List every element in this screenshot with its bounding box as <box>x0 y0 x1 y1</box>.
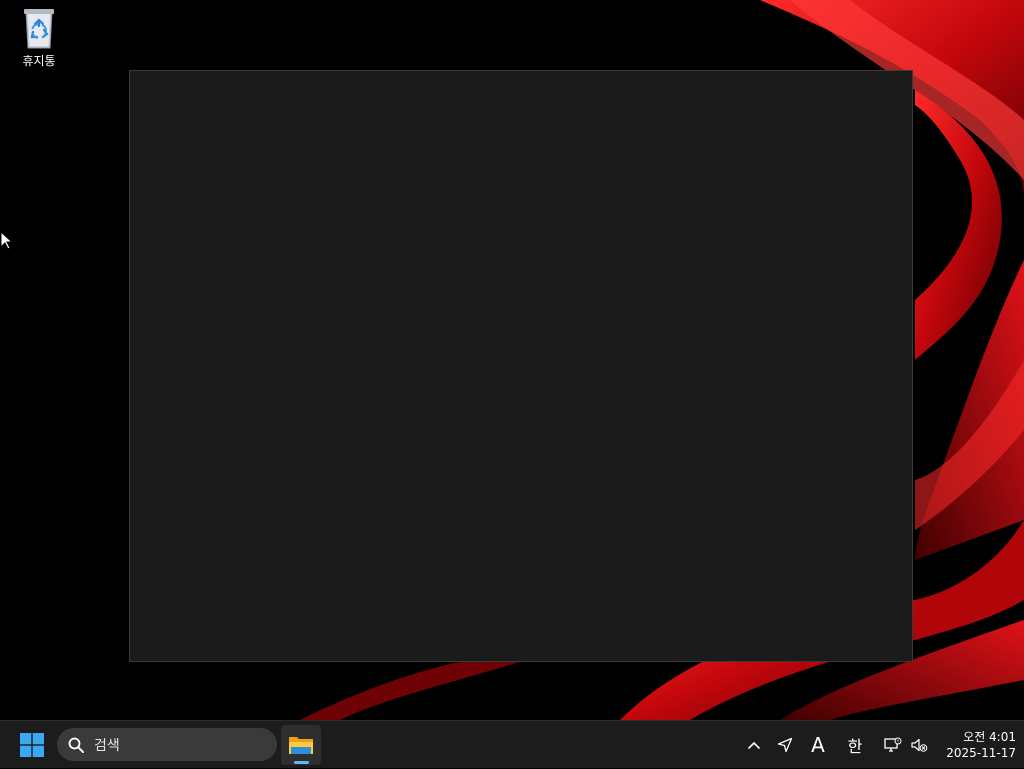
windows-logo-icon <box>20 733 44 757</box>
location-status-button[interactable] <box>773 721 797 769</box>
taskbar: 검색 A 한 오전 4:01 2025-11-17 <box>0 720 1024 768</box>
clock-time: 오전 4:01 <box>963 730 1016 744</box>
desktop-icon-label: 휴지통 <box>22 54 56 68</box>
search-placeholder: 검색 <box>94 737 120 754</box>
input-mode-font-button[interactable]: A <box>806 721 830 769</box>
chevron-up-icon <box>748 741 760 749</box>
network-disconnected-icon <box>884 737 902 752</box>
network-status-button[interactable] <box>882 721 904 769</box>
mouse-pointer-icon <box>0 231 14 250</box>
clock-date: 2025-11-17 <box>946 746 1016 760</box>
taskbar-app-file-explorer[interactable] <box>281 725 321 765</box>
folder-icon <box>289 737 313 754</box>
location-arrow-icon <box>777 737 793 753</box>
blank-app-window[interactable] <box>129 70 913 662</box>
volume-muted-icon <box>911 738 928 752</box>
desktop-icon-recycle-bin[interactable]: 휴지통 <box>6 6 72 76</box>
start-button[interactable] <box>12 726 52 764</box>
show-hidden-icons-button[interactable] <box>742 721 766 769</box>
taskbar-search-box[interactable]: 검색 <box>57 728 277 761</box>
recycle-bin-icon <box>24 9 54 49</box>
taskbar-clock[interactable]: 오전 4:01 2025-11-17 <box>934 727 1016 763</box>
volume-button[interactable] <box>908 721 930 769</box>
running-indicator <box>294 761 309 764</box>
search-icon <box>68 737 84 753</box>
desktop[interactable]: 휴지통 <box>0 0 1024 720</box>
ime-language-button[interactable]: 한 <box>842 721 868 769</box>
